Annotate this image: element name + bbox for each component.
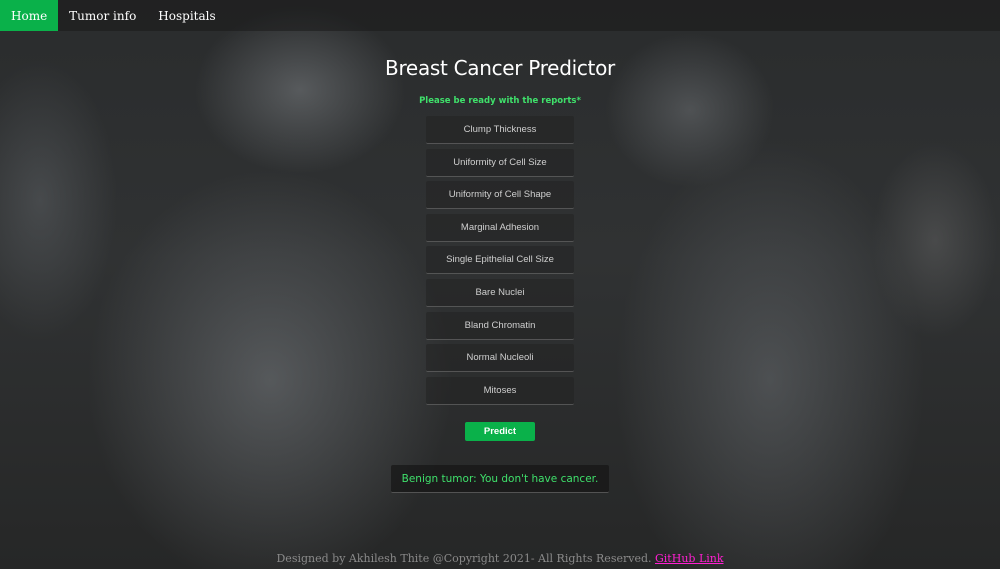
single-epithelial-cell-size-input[interactable]: [426, 246, 574, 275]
prediction-form: [426, 116, 574, 409]
prediction-result: Benign tumor: You don't have cancer.: [391, 465, 609, 493]
footer: Designed by Akhilesh Thite @Copyright 20…: [0, 552, 1000, 565]
uniformity-cell-size-input[interactable]: [426, 148, 574, 177]
top-navbar: Home Tumor info Hospitals: [0, 0, 1000, 31]
bland-chromatin-input[interactable]: [426, 311, 574, 340]
uniformity-cell-shape-input[interactable]: [426, 181, 574, 210]
footer-copyright: Designed by Akhilesh Thite @Copyright 20…: [276, 552, 652, 565]
reports-notice: Please be ready with the reports*: [419, 96, 581, 106]
clump-thickness-input[interactable]: [426, 116, 574, 144]
predict-button[interactable]: Predict: [465, 422, 535, 441]
nav-home[interactable]: Home: [0, 0, 59, 31]
prediction-result-text: Benign tumor: You don't have cancer.: [401, 472, 599, 485]
nav-tumor-info[interactable]: Tumor info: [58, 0, 147, 31]
normal-nucleoli-input[interactable]: [426, 344, 574, 373]
bare-nuclei-input[interactable]: [426, 278, 574, 307]
github-link[interactable]: GitHub Link: [655, 552, 724, 565]
marginal-adhesion-input[interactable]: [426, 213, 574, 242]
page-title: Breast Cancer Predictor: [385, 56, 615, 80]
nav-hospitals[interactable]: Hospitals: [147, 0, 226, 31]
mitoses-input[interactable]: [426, 376, 574, 405]
